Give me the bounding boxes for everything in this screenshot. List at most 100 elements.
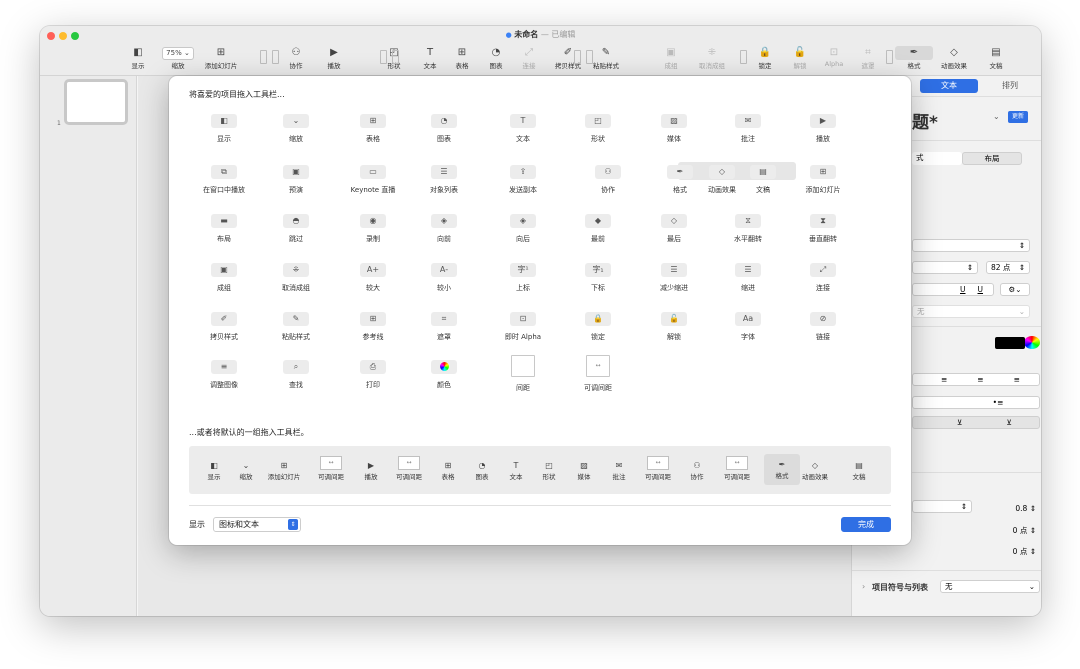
- palette-item-find[interactable]: ⌕ 查找: [258, 360, 334, 390]
- chevron-down-icon[interactable]: ⌄: [993, 112, 1000, 121]
- palette-item-paste-style[interactable]: ✎ 粘贴样式: [258, 312, 334, 342]
- palette-item-keynote-live[interactable]: ▭ Keynote 直播: [335, 165, 411, 195]
- palette-item-flip-vertical[interactable]: ⧗ 垂直翻转: [785, 214, 861, 244]
- palette-item-flip-horizontal[interactable]: ⧖ 水平翻转: [710, 214, 786, 244]
- align-middle-icon[interactable]: ⊻: [957, 418, 963, 427]
- update-style-button[interactable]: 更新: [1008, 111, 1028, 123]
- palette-item-table[interactable]: ⊞ 表格: [335, 114, 411, 144]
- palette-item-mask[interactable]: ⌗ 遮罩: [406, 312, 482, 342]
- subtab-layout[interactable]: 布局: [962, 152, 1022, 165]
- zoom-select[interactable]: 75% ⌄: [162, 47, 194, 60]
- font-size-field[interactable]: 82 点 ⇕: [986, 261, 1030, 274]
- palette-item-guides[interactable]: ⊞ 参考线: [335, 312, 411, 342]
- palette-item-chart[interactable]: ◔ 图表: [406, 114, 482, 144]
- palette-item-smaller[interactable]: A- 较小: [406, 263, 482, 293]
- palette-item-front[interactable]: ◆ 最前: [560, 214, 636, 244]
- space-after-field[interactable]: 0 点 ⇕: [1000, 546, 1040, 559]
- align-bottom-icon[interactable]: ⊻: [1007, 418, 1013, 427]
- palette-item-comment[interactable]: ✉ 批注: [710, 114, 786, 144]
- display-mode-select[interactable]: 图标和文本 ⇕: [213, 517, 301, 532]
- default-item-document[interactable]: ▤ 文稿: [841, 460, 877, 481]
- toolbar-table-button[interactable]: ⊞ 表格: [443, 46, 481, 70]
- palette-item-unlock[interactable]: 🔓 解锁: [636, 312, 712, 342]
- space-before-field[interactable]: 0 点 ⇕: [1000, 525, 1040, 538]
- indent-icon[interactable]: •≡: [993, 398, 1004, 407]
- justify-icon[interactable]: ≡: [1014, 375, 1020, 384]
- toolbar-group-button[interactable]: ▣ 成组: [652, 46, 690, 70]
- palette-item-alpha[interactable]: ⊡ 即时 Alpha: [485, 312, 561, 342]
- toolbar-lock-button[interactable]: 🔒 锁定: [746, 46, 784, 70]
- text-decoration-segment[interactable]: UU: [912, 283, 994, 296]
- palette-item-zoom[interactable]: ⌄ 缩放: [258, 114, 334, 144]
- palette-item-collaborate[interactable]: ⚇ 协作: [570, 165, 646, 195]
- default-item-comment[interactable]: ✉ 批注: [601, 460, 637, 481]
- done-button[interactable]: 完成: [841, 517, 891, 532]
- palette-item-lock[interactable]: 🔒 锁定: [560, 312, 636, 342]
- tab-text[interactable]: 文本: [920, 79, 978, 93]
- palette-item-sidebar[interactable]: ◧ 显示: [186, 114, 262, 144]
- default-item-collaborate[interactable]: ⚇ 协作: [679, 460, 715, 481]
- palette-item-backward[interactable]: ◈ 向后: [485, 214, 561, 244]
- underline-button[interactable]: U: [960, 285, 966, 294]
- palette-item-superscript[interactable]: 字¹ 上标: [485, 263, 561, 293]
- tab-arrange[interactable]: 排列: [982, 79, 1038, 93]
- palette-item-back[interactable]: ◇ 最后: [636, 214, 712, 244]
- alignment-segment[interactable]: ≡ ≡ ≡: [912, 373, 1040, 386]
- palette-item-send-copy[interactable]: ⇪ 发送副本: [485, 165, 561, 195]
- default-item-flexible-space[interactable]: ↔ 可调间距: [640, 456, 676, 481]
- palette-item-skip[interactable]: ◓ 跳过: [258, 214, 334, 244]
- toolbar-mask-button[interactable]: ⌗ 遮罩: [849, 46, 887, 70]
- default-item-animate[interactable]: ◇ 动画效果: [797, 460, 833, 481]
- palette-item-decrease-indent[interactable]: ☰ 减少缩进: [636, 263, 712, 293]
- toolbar-copy-style-button[interactable]: ✐ 拷贝样式: [549, 46, 587, 70]
- align-right-icon[interactable]: ≡: [977, 375, 983, 384]
- palette-item-rehearse[interactable]: ▣ 预演: [258, 165, 334, 195]
- palette-item-adjust-image[interactable]: ≡ 调整图像: [186, 360, 262, 390]
- double-underline-button[interactable]: U: [978, 285, 984, 294]
- default-item-zoom[interactable]: ⌄ 缩放: [228, 460, 264, 481]
- toolbar-unlock-button[interactable]: 🔓 解锁: [781, 46, 819, 70]
- palette-item-add-slide[interactable]: ⊞ 添加幻灯片: [785, 165, 861, 195]
- palette-item-shape[interactable]: ◰ 形状: [560, 114, 636, 144]
- default-item-table[interactable]: ⊞ 表格: [430, 460, 466, 481]
- default-item-add-slide[interactable]: ⊞ 添加幻灯片: [266, 460, 302, 481]
- text-options-button[interactable]: ⚙⌄: [1000, 283, 1030, 296]
- align-center-icon[interactable]: ≡: [941, 375, 947, 384]
- toolbar-alpha-button[interactable]: ⊡ Alpha: [815, 46, 853, 68]
- default-toolbar-set[interactable]: ◧ 显示 ⌄ 缩放 ⊞ 添加幻灯片 ↔ 可调间距 ▶ 播放 ↔ 可调间距 ⊞ 表格 ◔ 图表 T 文本 ◰ 形状 ▨ 媒体…: [189, 446, 891, 494]
- default-item-sidebar[interactable]: ◧ 显示: [196, 460, 232, 481]
- palette-item-space[interactable]: 间距: [485, 355, 561, 393]
- toolbar-collaborate-button[interactable]: ⚇ 协作: [277, 46, 315, 70]
- palette-item-fonts[interactable]: Aa 字体: [710, 312, 786, 342]
- default-item-chart[interactable]: ◔ 图表: [464, 460, 500, 481]
- palette-item-forward[interactable]: ◈ 向前: [406, 214, 482, 244]
- default-item-format[interactable]: ✒ 格式: [764, 454, 800, 485]
- palette-item-flexible-space[interactable]: ↔ 可调间距: [560, 355, 636, 393]
- palette-item-layout[interactable]: ▬ 布局: [186, 214, 262, 244]
- palette-item-play[interactable]: ▶ 播放: [785, 114, 861, 144]
- default-item-media[interactable]: ▨ 媒体: [566, 460, 602, 481]
- palette-item-indent[interactable]: ☰ 缩进: [710, 263, 786, 293]
- palette-item-object-list[interactable]: ☰ 对象列表: [406, 165, 482, 195]
- toolbar-animate-button[interactable]: ◇ 动画效果: [935, 46, 973, 70]
- palette-item-text[interactable]: T 文本: [485, 114, 561, 144]
- toolbar-add-slide-button[interactable]: ⊞ 添加幻灯片: [202, 46, 240, 70]
- palette-item-group[interactable]: ▣ 成组: [186, 263, 262, 293]
- default-item-play[interactable]: ▶ 播放: [353, 460, 389, 481]
- indent-segment[interactable]: •≡: [912, 396, 1040, 409]
- palette-item-connect[interactable]: ⤢ 连接: [785, 263, 861, 293]
- bullets-lists-select[interactable]: 无 ⌄: [940, 580, 1040, 593]
- toolbar-document-button[interactable]: ▤ 文稿: [977, 46, 1015, 70]
- default-item-flexible-space[interactable]: ↔ 可调间距: [391, 456, 427, 481]
- palette-item-print[interactable]: ⎙ 打印: [335, 360, 411, 390]
- palette-item-subscript[interactable]: 字₁ 下标: [560, 263, 636, 293]
- subtab-style[interactable]: 式: [912, 152, 962, 165]
- palette-item-media[interactable]: ▨ 媒体: [636, 114, 712, 144]
- palette-item-record[interactable]: ◉ 录制: [335, 214, 411, 244]
- character-style-select[interactable]: 无 ⌄: [912, 305, 1030, 318]
- slide-thumbnail[interactable]: [64, 79, 128, 125]
- vertical-align-segment[interactable]: ⊻ ⊻: [912, 416, 1040, 429]
- palette-item-ungroup[interactable]: ⁜ 取消成组: [258, 263, 334, 293]
- font-weight-select[interactable]: ⇕: [912, 261, 978, 274]
- palette-item-copy-style[interactable]: ✐ 拷贝样式: [186, 312, 262, 342]
